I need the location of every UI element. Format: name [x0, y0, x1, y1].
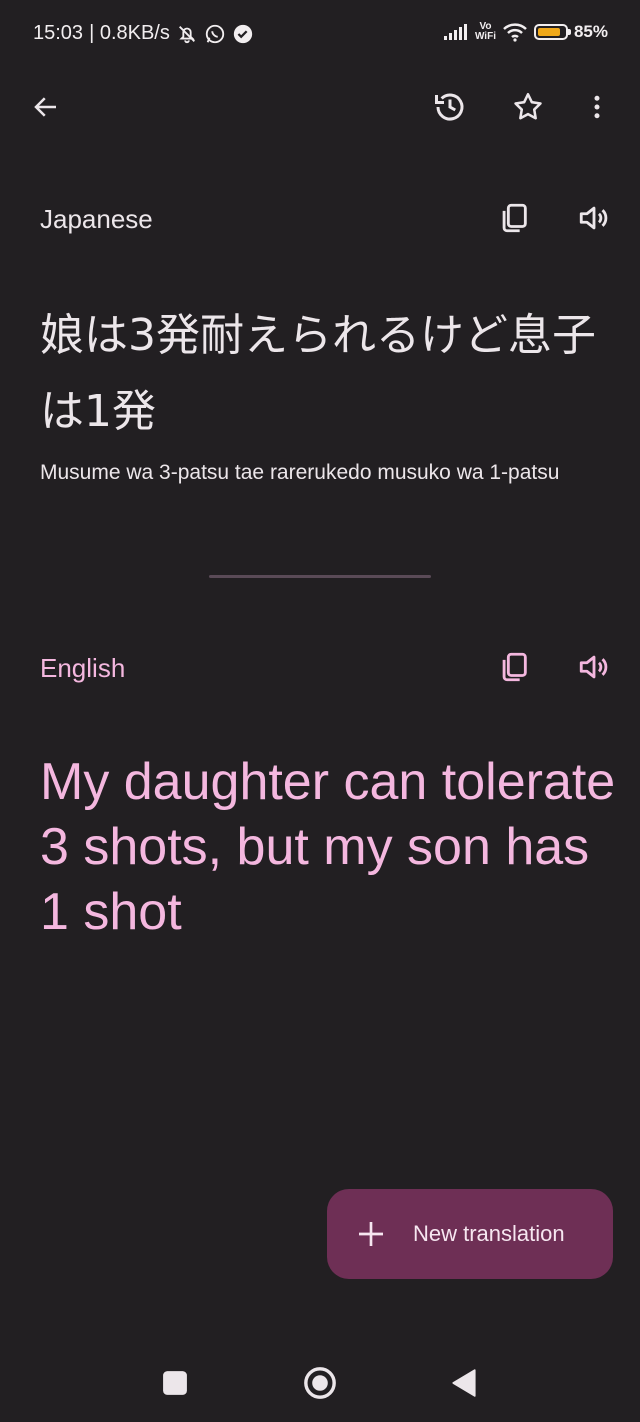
volume-icon	[579, 655, 608, 679]
recents-square-icon	[163, 1371, 187, 1395]
more-vert-icon	[594, 95, 600, 119]
plus-icon	[359, 1222, 383, 1246]
arrow-back-icon	[34, 97, 56, 117]
whatsapp-icon	[205, 24, 225, 43]
star-icon	[514, 92, 542, 120]
battery-icon	[533, 24, 571, 40]
wifi-icon	[503, 23, 527, 42]
source-copy-button[interactable]	[490, 194, 538, 242]
back-button[interactable]	[22, 83, 70, 131]
back-triangle-icon	[452, 1369, 476, 1397]
copy-icon	[502, 652, 527, 682]
target-language-label[interactable]: English	[40, 653, 125, 684]
signal-icon	[443, 24, 467, 40]
vowifi-indicator: Vo WiFi	[474, 21, 496, 42]
source-language-label[interactable]: Japanese	[40, 204, 153, 235]
source-speak-button[interactable]	[570, 194, 618, 242]
target-copy-button[interactable]	[490, 643, 538, 691]
system-navigation-bar	[0, 1345, 640, 1422]
new-translation-button[interactable]: New translation	[327, 1189, 613, 1279]
status-net-speed: | 0.8KB/s	[89, 22, 170, 44]
history-icon	[435, 93, 464, 121]
history-button[interactable]	[426, 83, 474, 131]
back-nav-button[interactable]	[440, 1359, 488, 1407]
home-circle-icon	[304, 1367, 336, 1399]
status-time: 15:03	[33, 22, 84, 44]
section-divider[interactable]	[209, 575, 431, 578]
check-circle-icon	[233, 24, 253, 43]
battery-fill	[537, 28, 561, 36]
status-bar-left: 15:03 | 0.8KB/s	[33, 22, 254, 45]
copy-icon	[502, 203, 527, 233]
home-button[interactable]	[296, 1359, 344, 1407]
source-text[interactable]: 娘は3発耐えられるけど息子は1発	[40, 298, 610, 450]
new-translation-label: New translation	[413, 1221, 565, 1246]
recents-button[interactable]	[151, 1359, 199, 1407]
mute-bell-icon	[178, 25, 195, 43]
volume-icon	[579, 206, 608, 230]
target-speak-button[interactable]	[570, 643, 618, 691]
status-bar-right: Vo WiFi 85%	[437, 22, 608, 42]
target-text[interactable]: My daughter can tolerate 3 shots, but my…	[40, 750, 620, 945]
source-romanization: Musume wa 3-patsu tae rarerukedo musuko …	[40, 461, 560, 484]
favorite-button[interactable]	[504, 83, 552, 131]
more-options-button[interactable]	[573, 83, 621, 131]
battery-percent: 85%	[573, 22, 608, 41]
